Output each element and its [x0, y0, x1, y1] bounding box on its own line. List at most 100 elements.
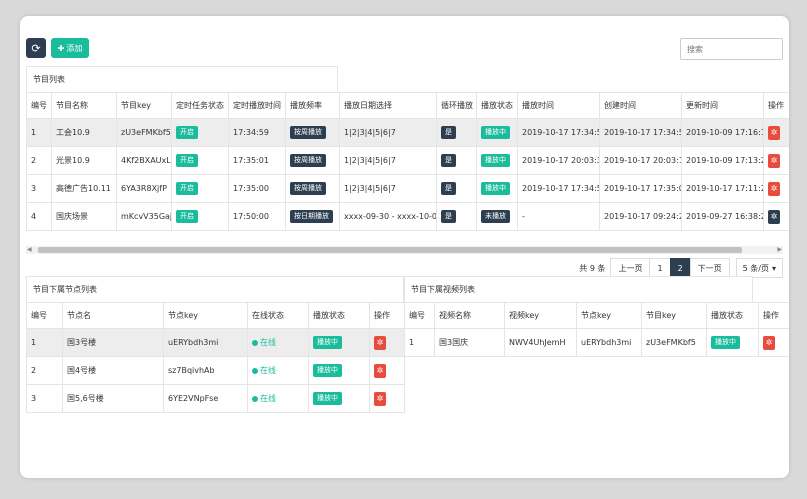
- program-cell-name: 高德广告10.11: [51, 174, 117, 203]
- frequency-badge: 按周播放: [290, 154, 326, 167]
- page-1-button[interactable]: 1: [649, 258, 671, 278]
- program-cell-timer: 开启: [171, 118, 229, 147]
- video-col-header-2: 视频key: [504, 302, 577, 329]
- play-status-badge: 播放中: [313, 392, 342, 405]
- total-count: 共 9 条: [579, 263, 606, 273]
- node-cell-name: 国3号楼: [62, 328, 164, 357]
- row-action-button[interactable]: ✲: [768, 153, 780, 168]
- node-col-header-3: 在线状态: [247, 302, 309, 329]
- row-action-button[interactable]: ✲: [763, 335, 775, 350]
- play-status-badge: 播放中: [313, 336, 342, 349]
- row-action-button[interactable]: ✲: [768, 209, 780, 224]
- loop-badge: 是: [441, 154, 456, 167]
- program-cell-key: 4Kf2BXAUxL: [116, 146, 172, 175]
- program-col-header-8: 播放状态: [476, 92, 518, 119]
- add-button[interactable]: ✚ 添加: [51, 38, 89, 58]
- program-cell-op: ✲: [763, 202, 789, 231]
- table-row[interactable]: 3 国5,6号楼 6YE2VNpFse 在线 播放中 ✲: [26, 384, 405, 413]
- program-col-header-9: 播放时间: [517, 92, 600, 119]
- row-action-button[interactable]: ✲: [768, 125, 780, 140]
- table-row[interactable]: 1 国3号楼 uERYbdh3mi 在线 播放中 ✲: [26, 328, 405, 357]
- program-cell-freq: 按周播放: [285, 146, 340, 175]
- row-action-button[interactable]: ✲: [768, 181, 780, 196]
- program-cell-status: 未播放: [476, 202, 518, 231]
- timer-status-badge: 开启: [176, 182, 198, 195]
- program-cell-timer: 开启: [171, 174, 229, 203]
- table-row[interactable]: 2 国4号楼 sz7BqivhAb 在线 播放中 ✲: [26, 356, 405, 385]
- program-col-header-2: 节目key: [116, 92, 172, 119]
- video-cell-nkey: uERYbdh3mi: [576, 328, 642, 357]
- table-row[interactable]: 3 高德广告10.11 6YA3R8XjfP 开启 17:35:00 按周播放 1|2|3|…: [26, 174, 789, 203]
- video-cell-status: 播放中: [706, 328, 759, 357]
- loop-badge: 是: [441, 182, 456, 195]
- program-col-header-10: 创建时间: [599, 92, 682, 119]
- timer-status-badge: 开启: [176, 210, 198, 223]
- plus-icon: ✚: [57, 43, 65, 53]
- table-row[interactable]: 1 国3国庆 NWV4UhJemH uERYbdh3mi zU3eFMKbf5 播放中 ✲: [404, 328, 789, 357]
- settings-icon: ✲: [770, 183, 778, 193]
- program-cell-freq: 按周播放: [285, 174, 340, 203]
- program-cell-op: ✲: [763, 174, 789, 203]
- program-cell-status: 播放中: [476, 118, 518, 147]
- online-status-text: 在线: [260, 338, 276, 347]
- page-2-button[interactable]: 2: [669, 258, 691, 278]
- play-status-badge: 未播放: [481, 210, 510, 223]
- row-action-button[interactable]: ✲: [374, 391, 386, 406]
- program-cell-time: 17:34:59: [228, 118, 286, 147]
- settings-icon: ✲: [376, 337, 384, 347]
- program-cell-key: 6YA3R8XjfP: [116, 174, 172, 203]
- program-col-header-0: 编号: [26, 92, 52, 119]
- online-status-text: 在线: [260, 394, 276, 403]
- program-cell-updated: 2019-10-09 17:13:25: [681, 146, 764, 175]
- program-cell-dates: xxxx-09-30 - xxxx-10-08: [339, 202, 437, 231]
- node-col-header-1: 节点名: [62, 302, 164, 329]
- program-cell-freq: 按日期播放: [285, 202, 340, 231]
- scroll-thumb[interactable]: [38, 247, 742, 253]
- node-col-header-4: 播放状态: [308, 302, 370, 329]
- program-cell-name: 工会10.9: [51, 118, 117, 147]
- table-row[interactable]: 4 国庆场景 mKcvV35Gaj 开启 17:50:00 按日期播放 xxxx-09-30…: [26, 202, 789, 231]
- scroll-left-icon[interactable]: ◀: [27, 246, 32, 254]
- page-size-select[interactable]: 5 条/页 ▾: [735, 258, 783, 278]
- online-dot-icon: [252, 395, 258, 402]
- program-cell-play_time: 2019-10-17 17:34:59: [517, 174, 600, 203]
- node-cell-name: 国4号楼: [62, 356, 164, 385]
- loop-badge: 是: [441, 210, 456, 223]
- node-col-header-0: 编号: [26, 302, 63, 329]
- program-cell-loop: 是: [436, 146, 477, 175]
- program-cell-loop: 是: [436, 174, 477, 203]
- program-cell-loop: 是: [436, 202, 477, 231]
- node-table: 编号 节点名 节点key 在线状态 播放状态 操作 1 国3号楼 uERYbdh3mi 在线 播放…: [26, 302, 405, 413]
- node-cell-op: ✲: [369, 356, 405, 385]
- scroll-right-icon[interactable]: ▶: [777, 246, 782, 254]
- prev-page-button[interactable]: 上一页: [610, 258, 651, 278]
- node-cell-status: 播放中: [308, 384, 370, 413]
- node-panel-title: 节目下属节点列表: [26, 276, 404, 302]
- program-cell-time: 17:50:00: [228, 202, 286, 231]
- node-cell-key: uERYbdh3mi: [163, 328, 248, 357]
- video-col-header-5: 播放状态: [706, 302, 759, 329]
- row-action-button[interactable]: ✲: [374, 335, 386, 350]
- horizontal-scrollbar[interactable]: ◀ ▶: [26, 246, 783, 254]
- table-row[interactable]: 2 光景10.9 4Kf2BXAUxL 开启 17:35:01 按周播放 1|2|3|4|5…: [26, 146, 789, 175]
- program-table: 编号 节目名称 节目key 定时任务状态 定时播放时间 播放频率 播放日期选择 循环播放 播放状…: [26, 92, 789, 231]
- program-cell-op: ✲: [763, 146, 789, 175]
- settings-icon: ✲: [765, 337, 773, 347]
- program-cell-timer: 开启: [171, 146, 229, 175]
- settings-icon: ✲: [770, 155, 778, 165]
- row-action-button[interactable]: ✲: [374, 363, 386, 378]
- next-page-button[interactable]: 下一页: [689, 258, 730, 278]
- search-input[interactable]: [680, 38, 783, 60]
- program-cell-key: mKcvV35Gaj: [116, 202, 172, 231]
- refresh-button[interactable]: ⟳: [26, 38, 46, 58]
- program-col-header-7: 循环播放: [436, 92, 477, 119]
- video-col-header-1: 视频名称: [434, 302, 505, 329]
- program-panel-title-text: 节目列表: [33, 75, 65, 84]
- program-cell-time: 17:35:01: [228, 146, 286, 175]
- settings-icon: ✲: [770, 127, 778, 137]
- table-row[interactable]: 1 工会10.9 zU3eFMKbf5 开启 17:34:59 按周播放 1|2|3|4|5…: [26, 118, 789, 147]
- video-col-header-6: 操作: [758, 302, 789, 329]
- online-status-text: 在线: [260, 366, 276, 375]
- play-status-badge: 播放中: [313, 364, 342, 377]
- program-cell-updated: 2019-10-09 17:16:18: [681, 118, 764, 147]
